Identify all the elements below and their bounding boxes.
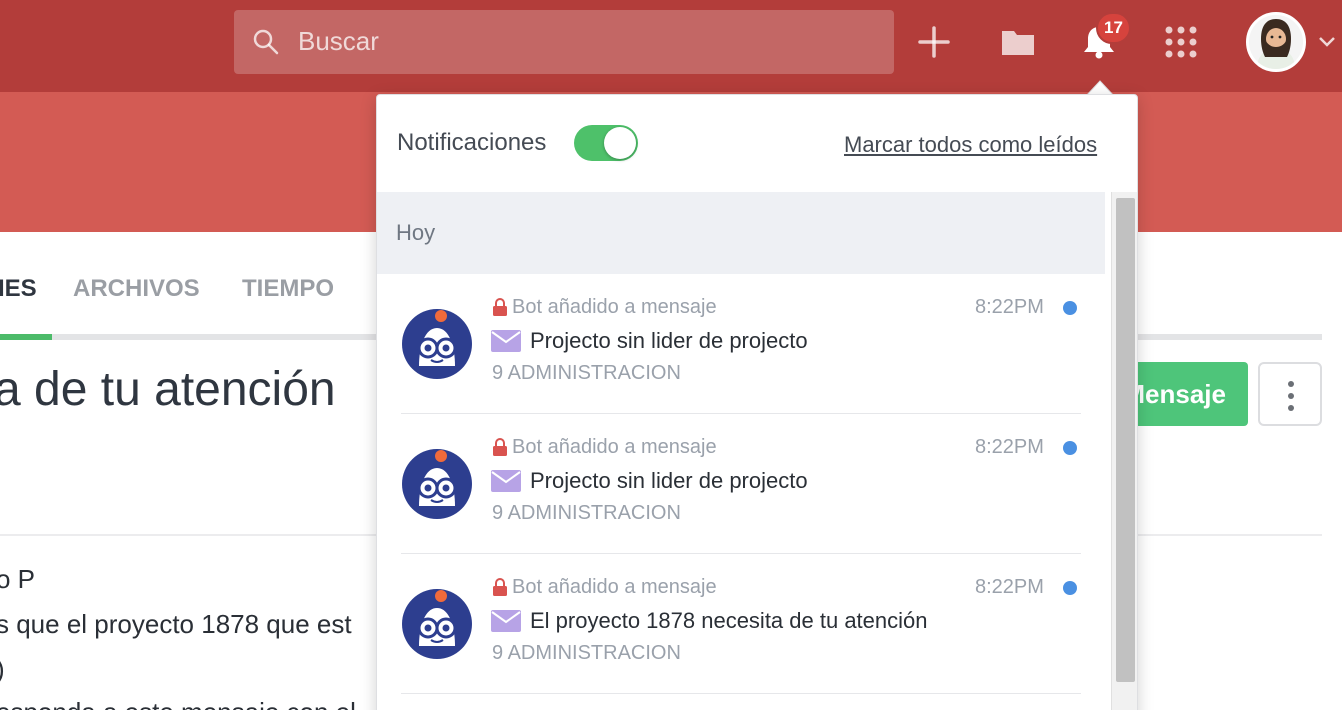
notification-project: 9 ADMINISTRACION — [492, 362, 681, 384]
notification-time: 8:22PM — [975, 576, 1044, 598]
notification-separator — [401, 693, 1081, 694]
notification-item[interactable]: Bot añadido a mensaje 8:22PM El proyecto… — [377, 554, 1105, 694]
notification-item[interactable]: Bot añadido a mensaje 8:22PM Projecto si… — [377, 274, 1105, 414]
more-dot-icon — [1288, 393, 1294, 399]
body-text-line: o P — [0, 564, 36, 594]
more-dot-icon — [1288, 405, 1294, 411]
notification-subject: El proyecto 1878 necesita de tu atención — [530, 608, 928, 633]
envelope-icon — [491, 610, 521, 632]
notification-item[interactable]: Bot añadido a mensaje 8:22PM Projecto si… — [377, 414, 1105, 554]
body-text-line: s que el proyecto 1878 que est — [0, 609, 352, 639]
search-icon — [253, 29, 279, 55]
notification-project: 9 ADMINISTRACION — [492, 502, 681, 524]
notification-sender: Bot añadido a mensaje — [512, 436, 717, 458]
chevron-down-icon[interactable] — [1316, 34, 1338, 50]
tab-archivos[interactable]: ARCHIVOS — [73, 275, 200, 303]
notification-sender: Bot añadido a mensaje — [512, 296, 717, 318]
plus-icon[interactable] — [914, 22, 954, 62]
body-text-line: esponda a este mensaje con el — [0, 697, 356, 710]
user-portrait-icon — [1249, 15, 1303, 69]
lock-icon — [493, 298, 507, 316]
panel-scrollbar[interactable] — [1111, 192, 1137, 710]
search-placeholder: Buscar — [298, 26, 379, 56]
notification-count-badge: 17 — [1096, 12, 1131, 44]
apps-grid-icon[interactable] — [1161, 22, 1201, 62]
unread-dot — [1063, 301, 1077, 315]
panel-title: Notificaciones — [397, 129, 547, 156]
bot-avatar-icon — [402, 309, 472, 379]
envelope-icon — [491, 470, 521, 492]
bot-avatar-icon — [402, 589, 472, 659]
bot-avatar-icon — [402, 449, 472, 519]
more-dot-icon — [1288, 381, 1294, 387]
lock-icon — [493, 438, 507, 456]
mark-all-read-link[interactable]: Marcar todos como leídos — [844, 132, 1097, 158]
notification-time: 8:22PM — [975, 296, 1044, 318]
scrollbar-thumb[interactable] — [1116, 198, 1135, 682]
day-group-header: Hoy — [377, 192, 1105, 274]
notification-time: 8:22PM — [975, 436, 1044, 458]
notification-subject: Projecto sin lider de projecto — [530, 328, 808, 353]
top-bar: Buscar 17 — [0, 0, 1342, 92]
notification-project: 9 ADMINISTRACION — [492, 642, 681, 664]
more-options-button[interactable] — [1258, 362, 1322, 426]
tab-active-indicator — [0, 334, 52, 340]
notifications-toggle[interactable] — [574, 125, 638, 161]
notifications-panel: Notificaciones Marcar todos como leídos … — [376, 94, 1138, 710]
folder-icon[interactable] — [998, 22, 1038, 62]
envelope-icon — [491, 330, 521, 352]
body-text-line: ) — [0, 654, 5, 685]
user-avatar[interactable] — [1246, 12, 1306, 72]
notification-sender: Bot añadido a mensaje — [512, 576, 717, 598]
lock-icon — [493, 578, 507, 596]
search-box[interactable]: Buscar — [234, 10, 894, 74]
day-label: Hoy — [396, 220, 436, 245]
unread-dot — [1063, 581, 1077, 595]
tab-tiempo[interactable]: TIEMPO — [242, 275, 334, 303]
notification-subject: Projecto sin lider de projecto — [530, 468, 808, 493]
toggle-knob — [604, 127, 636, 159]
tab-mensajes[interactable]: IES — [0, 275, 37, 303]
unread-dot — [1063, 441, 1077, 455]
message-title: a de tu atención — [0, 363, 336, 416]
